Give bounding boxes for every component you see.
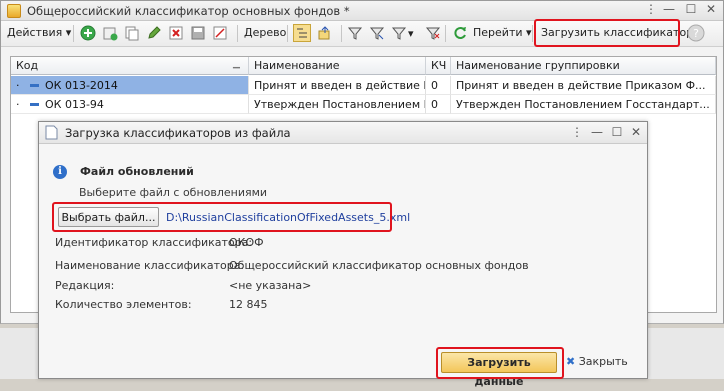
filter-value-icon[interactable] (369, 25, 385, 41)
table-cell-group-name[interactable]: Утвержден Постановлением Госстандарт... (451, 95, 716, 114)
close-icon[interactable]: ✕ (705, 3, 717, 15)
hint-text: Выберите файл с обновлениями (79, 186, 268, 199)
tree-button[interactable]: Дерево (244, 24, 286, 42)
highlight-load-data (436, 347, 564, 379)
maximize-icon[interactable]: ☐ (611, 126, 623, 138)
edit-icon[interactable] (146, 25, 162, 41)
toolbar: Действия ▾ Дерево ▾ Перейти ▾ Загрузить … (1, 19, 723, 47)
minimize-icon[interactable]: — (591, 126, 603, 138)
column-header-code[interactable]: Код (11, 57, 249, 75)
add-group-icon[interactable] (102, 25, 118, 41)
table-cell-kch[interactable]: 0 (426, 95, 451, 114)
level-up-icon[interactable] (317, 25, 333, 41)
table-cell-name[interactable]: Принят и введен в действие Пр... (249, 76, 426, 95)
highlight-file-selection (52, 202, 392, 232)
column-header-kch[interactable]: КЧ (426, 57, 451, 75)
chevron-down-icon: ▾ (526, 26, 532, 39)
chevron-down-icon[interactable]: ▾ (408, 25, 414, 43)
field-label: Наименование классификатора: (55, 259, 245, 272)
field-value: <не указана> (229, 279, 312, 292)
table-cell-code[interactable]: · ОК 013-94 (11, 95, 249, 114)
toolbar-separator (445, 25, 446, 42)
element-icon (30, 83, 39, 87)
toolbar-separator (341, 25, 342, 42)
close-x-icon: ✖ (566, 355, 576, 368)
field-value: 12 845 (229, 298, 268, 311)
menu-dots-icon[interactable]: ⋮ (571, 126, 583, 138)
table-cell-code[interactable]: · ОК 013-2014 (11, 76, 249, 95)
help-icon[interactable]: ? (687, 24, 705, 42)
chevron-down-icon: ▾ (65, 26, 72, 39)
load-classifiers-dialog: Загрузка классификаторов из файла ⋮ — ☐ … (38, 121, 648, 388)
element-icon (30, 102, 39, 106)
svg-text:?: ? (693, 27, 699, 40)
toolbar-separator (73, 25, 74, 42)
code-value: ОК 013-2014 (45, 79, 118, 92)
close-icon[interactable]: ✕ (630, 126, 642, 138)
toolbar-separator (532, 25, 533, 42)
table-cell-name[interactable]: Утвержден Постановлением Го... (249, 95, 426, 114)
dialog-titlebar: Загрузка классификаторов из файла ⋮ — ☐ … (39, 122, 647, 144)
hierarchy-icon[interactable] (293, 24, 311, 42)
field-label: Идентификатор классификатора: (55, 236, 253, 249)
table-cell-kch[interactable]: 0 (426, 76, 451, 95)
goto-menu[interactable]: Перейти ▾ (473, 24, 532, 42)
clear-filter-icon[interactable] (425, 25, 441, 41)
field-value: ОКОФ (229, 236, 264, 249)
goto-label: Перейти (473, 26, 523, 39)
sort-icon: ▁ (233, 59, 240, 69)
minimize-icon[interactable]: — (663, 3, 675, 15)
menu-dots-icon[interactable]: ⋮ (645, 3, 657, 15)
close-dialog-button[interactable]: ✖ Закрыть (566, 355, 628, 368)
filter-icon[interactable] (347, 25, 363, 41)
info-icon: i (53, 165, 67, 179)
refresh-icon[interactable] (452, 25, 468, 41)
tree-dot-icon: · (16, 98, 20, 111)
app-icon (7, 4, 21, 18)
table-row[interactable]: · ОК 013-2014 Принят и введен в действие … (11, 76, 716, 95)
window-title: Общероссийский классификатор основных фо… (27, 4, 350, 18)
document-icon (45, 125, 58, 140)
column-header-name[interactable]: Наименование (249, 57, 426, 75)
close-label: Закрыть (578, 355, 628, 368)
table-row[interactable]: · ОК 013-94 Утвержден Постановлением Го..… (11, 95, 716, 114)
delete-mark-icon[interactable] (168, 25, 184, 41)
actions-menu[interactable]: Действия ▾ (7, 24, 71, 42)
maximize-icon[interactable]: ☐ (685, 3, 697, 15)
dialog-title: Загрузка классификаторов из файла (65, 126, 291, 140)
field-label: Количество элементов: (55, 298, 192, 311)
actions-label: Действия (7, 26, 63, 39)
section-title: Файл обновлений (80, 165, 194, 178)
field-label: Редакция: (55, 279, 115, 292)
copy-icon[interactable] (124, 25, 140, 41)
table-cell-group-name[interactable]: Принят и введен в действие Приказом Ф... (451, 76, 716, 95)
field-value: Общероссийский классификатор основных фо… (229, 259, 529, 272)
filter-settings-icon[interactable] (391, 25, 407, 41)
toolbar-separator (287, 25, 288, 42)
unmark-delete-icon[interactable] (212, 25, 228, 41)
save-icon[interactable] (190, 25, 206, 41)
main-window-titlebar: Общероссийский классификатор основных фо… (1, 1, 723, 21)
code-value: ОК 013-94 (45, 98, 104, 111)
highlight-load-classifier (534, 19, 680, 47)
add-icon[interactable] (80, 25, 96, 41)
toolbar-separator (237, 25, 238, 42)
tree-dot-icon: · (16, 79, 20, 92)
column-header-group-name[interactable]: Наименование группировки (451, 57, 716, 75)
